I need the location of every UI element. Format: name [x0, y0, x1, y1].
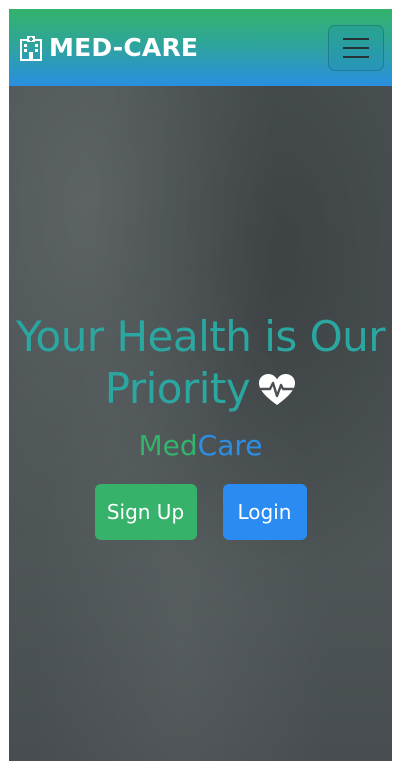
hamburger-menu-icon	[343, 37, 369, 40]
sign-up-button[interactable]: Sign Up	[94, 484, 197, 540]
headline-line-2: Priority	[16, 363, 386, 415]
hero-headline: Your Health is Our Priority	[16, 311, 386, 415]
headline-line-1: Your Health is Our	[15, 312, 386, 361]
app-frame: MED-CARE Your Health is Our Priority Med…	[9, 9, 392, 761]
brand-text: MED-CARE	[49, 33, 199, 62]
heartbeat-icon	[258, 367, 296, 405]
menu-toggle-button[interactable]	[328, 24, 384, 71]
hamburger-menu-icon-bar	[343, 46, 369, 49]
headline-line-2-text: Priority	[104, 364, 251, 413]
hero-brand-name: MedCare	[9, 429, 392, 462]
brand-care: Care	[197, 429, 263, 462]
brand-link[interactable]: MED-CARE	[19, 33, 198, 62]
hero-section: Your Health is Our Priority MedCare Sign…	[9, 86, 392, 761]
login-button[interactable]: Login	[222, 484, 307, 540]
hero-content: Your Health is Our Priority MedCare Sign…	[9, 311, 392, 540]
brand-med: Med	[138, 429, 198, 462]
hospital-icon	[19, 35, 43, 61]
hamburger-menu-icon-bar	[343, 55, 369, 58]
navbar: MED-CARE	[9, 9, 392, 86]
hero-buttons: Sign Up Login	[9, 484, 392, 540]
